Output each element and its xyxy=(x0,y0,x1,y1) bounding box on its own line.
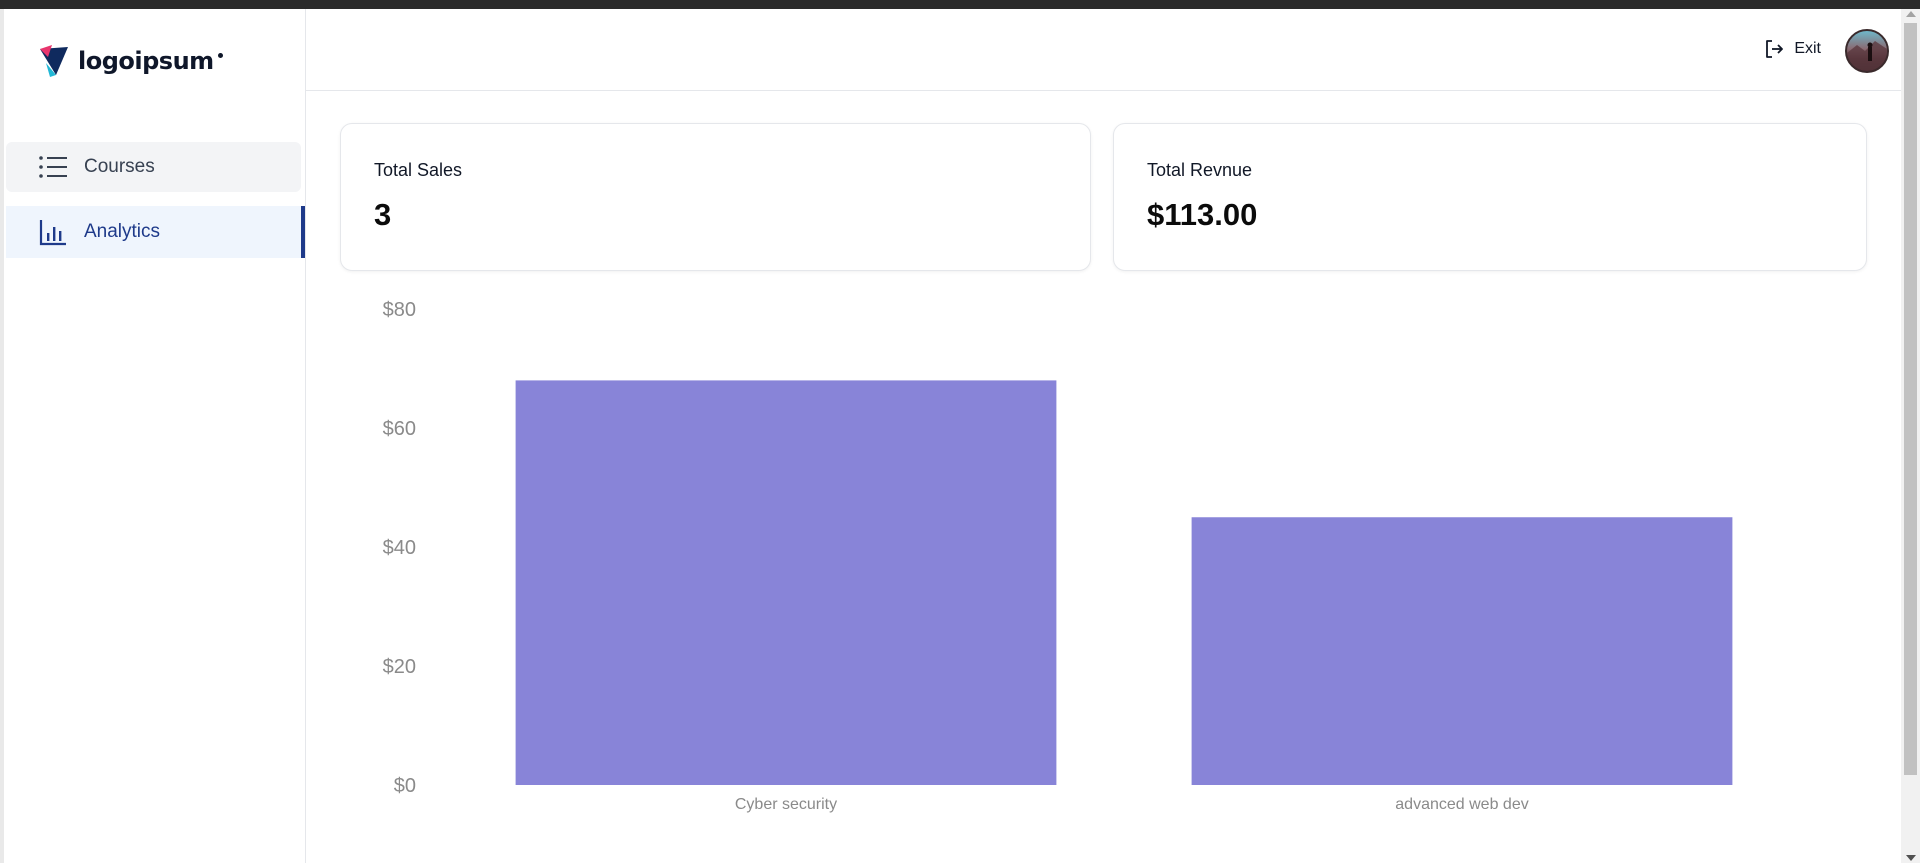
x-tick-label: Cyber security xyxy=(735,796,837,813)
browser-top-strip xyxy=(0,0,1920,9)
user-avatar[interactable] xyxy=(1845,29,1889,73)
logo-text: logoipsum xyxy=(78,47,214,75)
total-sales-value: 3 xyxy=(374,197,392,232)
bar-cyber-security[interactable] xyxy=(515,380,1057,785)
exit-button[interactable]: Exit xyxy=(1764,39,1821,59)
revenue-bar-chart: $0 $20 $40 $60 $80 Cyber security advanced web… xyxy=(340,290,1880,820)
exit-label: Exit xyxy=(1794,40,1821,57)
sidebar-item-courses[interactable]: Courses xyxy=(6,142,301,192)
total-sales-label: Total Sales xyxy=(374,160,463,180)
sidebar-item-label: Courses xyxy=(84,156,155,177)
avatar-image-icon xyxy=(1847,41,1887,71)
logout-icon xyxy=(1766,40,1784,58)
total-sales-card: Total Sales 3 xyxy=(340,123,1091,271)
x-tick-label: advanced web dev xyxy=(1395,796,1528,813)
bar-chart-icon xyxy=(38,217,68,247)
total-revenue-card: Total Revnue $113.00 xyxy=(1113,123,1867,271)
bar-advanced-web-dev[interactable] xyxy=(1191,517,1733,785)
sidebar-item-label: Analytics xyxy=(84,221,161,242)
page-scrollbar[interactable] xyxy=(1901,9,1920,863)
y-tick-label: $20 xyxy=(383,656,416,678)
sidebar-edge xyxy=(0,9,4,863)
sidebar-item-analytics[interactable]: Analytics xyxy=(6,206,305,258)
y-tick-label: $80 xyxy=(383,299,416,321)
sidebar: logoipsum Courses Analytics xyxy=(0,9,306,863)
logo-dot xyxy=(217,53,223,58)
scroll-up-arrow-icon[interactable] xyxy=(1906,11,1916,17)
list-icon xyxy=(38,152,68,182)
y-tick-label: $40 xyxy=(383,537,416,559)
logo[interactable]: logoipsum xyxy=(38,43,223,79)
chart-svg: $0 $20 $40 $60 $80 Cyber security advanced web… xyxy=(383,299,1733,813)
y-tick-label: $60 xyxy=(383,418,416,440)
scroll-down-arrow-icon[interactable] xyxy=(1906,855,1916,861)
y-tick-label: $0 xyxy=(394,775,416,797)
logo-mark-icon xyxy=(40,45,68,77)
scroll-thumb[interactable] xyxy=(1904,23,1917,775)
top-header: Exit xyxy=(306,9,1901,91)
total-revenue-label: Total Revnue xyxy=(1147,160,1253,180)
active-indicator xyxy=(301,206,305,258)
total-revenue-value: $113.00 xyxy=(1147,197,1258,232)
